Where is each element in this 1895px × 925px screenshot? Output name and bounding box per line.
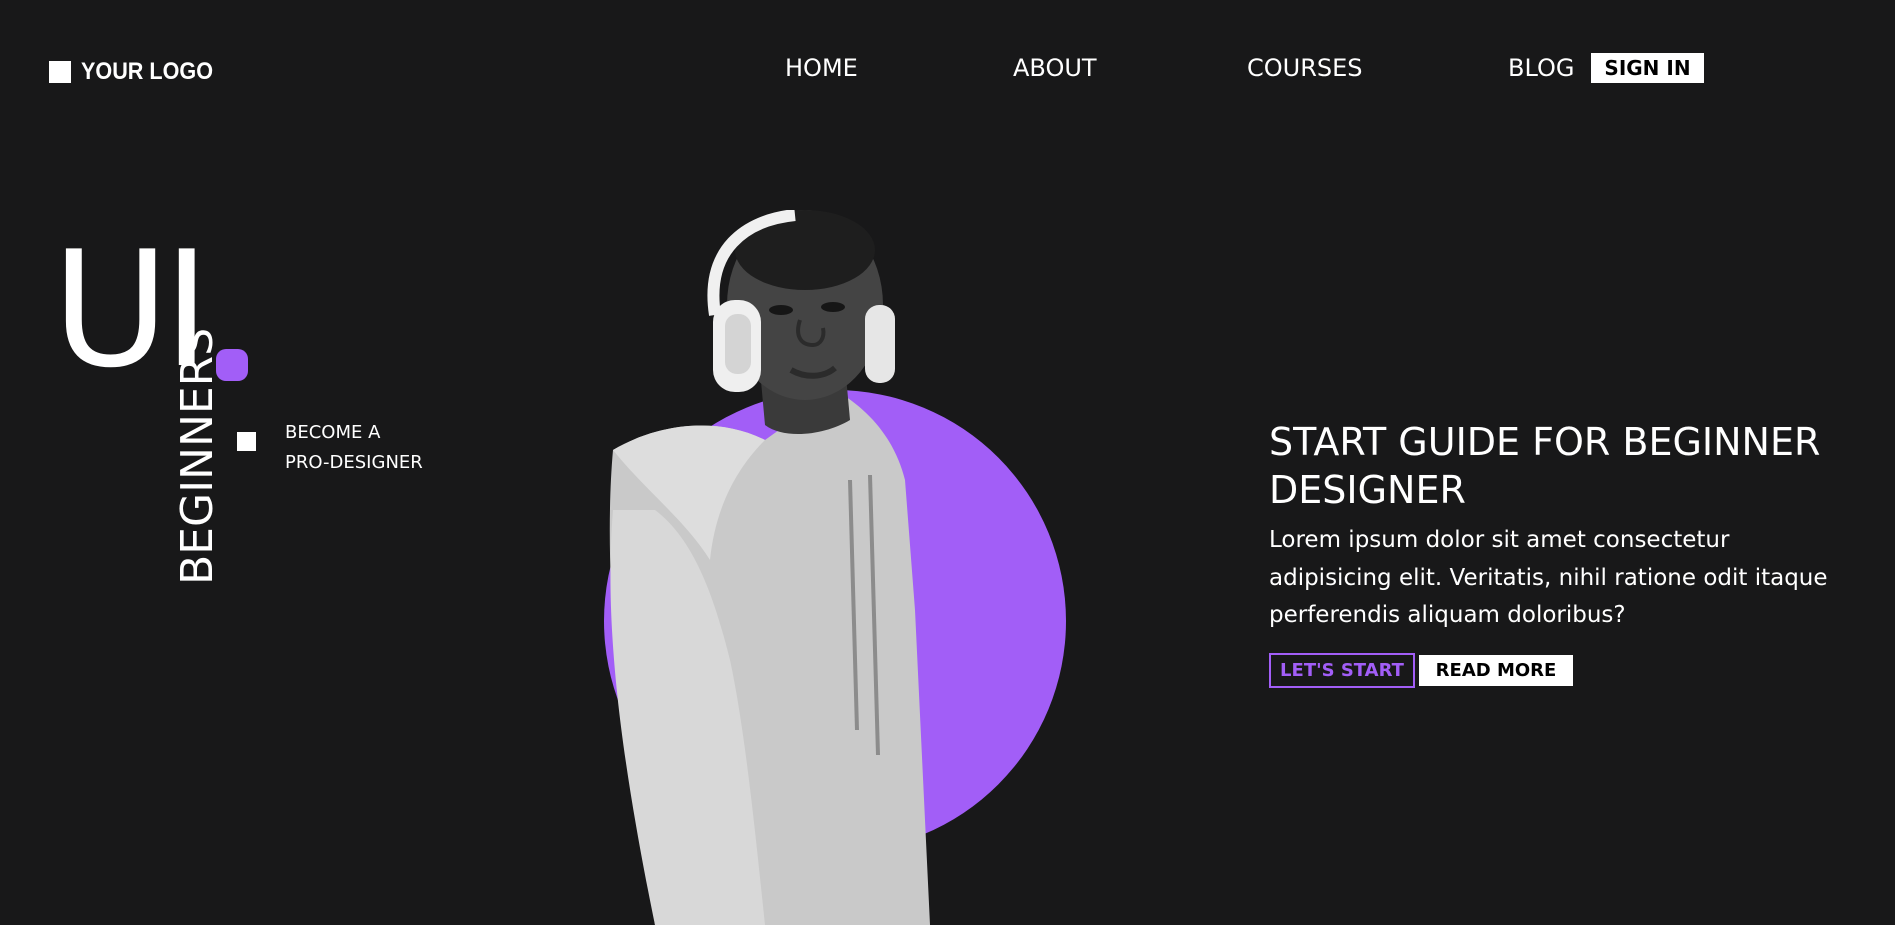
read-more-button[interactable]: READ MORE — [1419, 655, 1573, 686]
hero-body-text: Lorem ipsum dolor sit amet consectetur a… — [1269, 527, 1828, 628]
sign-in-button[interactable]: SIGN IN — [1591, 53, 1704, 83]
square-logo-icon — [49, 61, 71, 83]
square-bullet-icon — [237, 432, 256, 451]
tagline-line-2: PRO-DESIGNER — [285, 452, 423, 473]
hero-vertical-text: BEGINNERS — [172, 327, 223, 585]
nav-courses[interactable]: COURSES — [1247, 51, 1363, 85]
nav-about[interactable]: ABOUT — [1013, 51, 1097, 85]
lets-start-button[interactable]: LET'S START — [1269, 653, 1415, 688]
tagline-line-1: BECOME A — [285, 422, 381, 443]
tagline: BECOME A PRO-DESIGNER — [285, 418, 423, 478]
logo[interactable]: YOUR LOGO — [49, 58, 228, 86]
landing-page: YOUR LOGO HOME ABOUT COURSES BLOG SIGN I… — [0, 0, 1895, 925]
hero-person-image — [609, 210, 930, 925]
nav-home[interactable]: HOME — [785, 51, 858, 85]
nav-blog[interactable]: BLOG — [1508, 51, 1574, 85]
logo-text: YOUR LOGO — [81, 58, 214, 85]
hero-headline: START GUIDE FOR BEGINNER DESIGNER — [1269, 420, 1821, 512]
